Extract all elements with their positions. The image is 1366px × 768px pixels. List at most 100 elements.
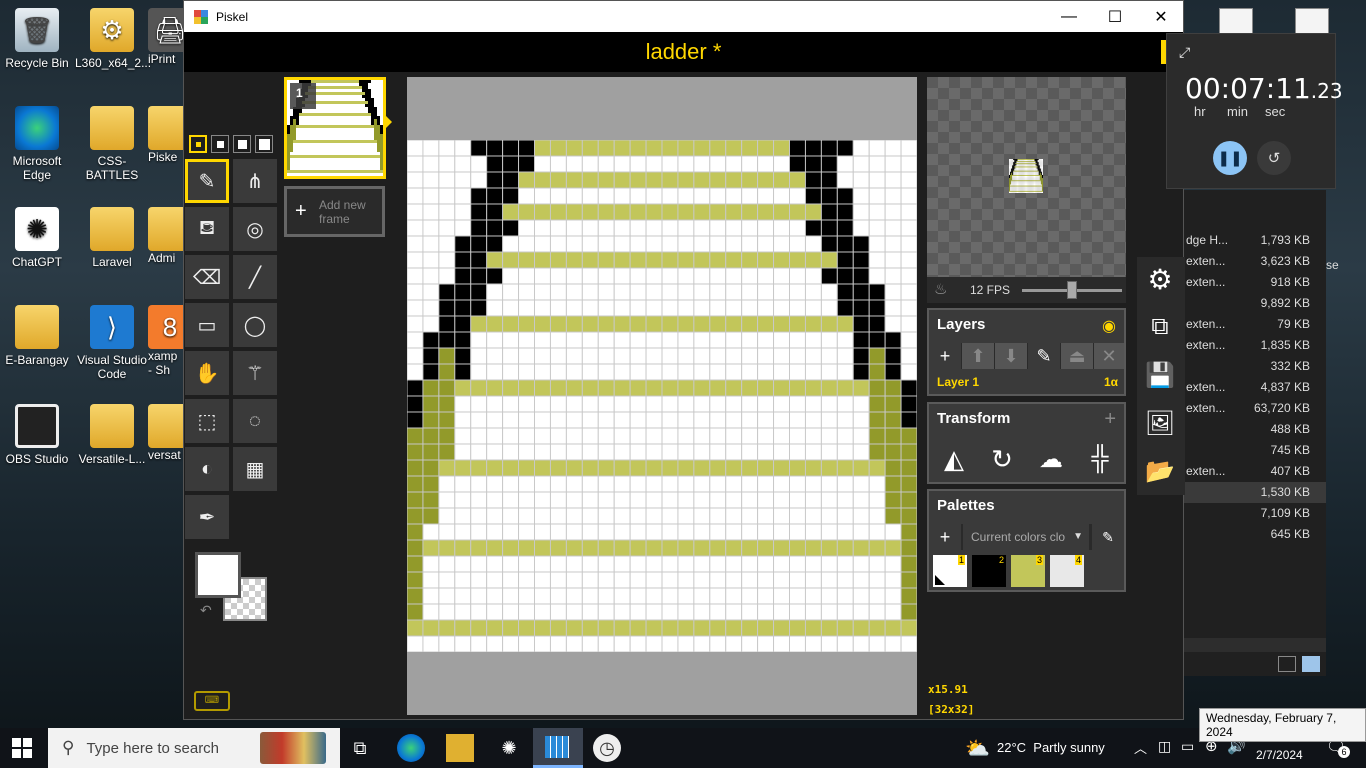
pixel[interactable] (789, 395, 806, 413)
pixel[interactable] (438, 251, 456, 269)
pixel[interactable] (757, 411, 775, 429)
pixel[interactable] (725, 507, 743, 525)
pixel[interactable] (438, 459, 456, 477)
pixel[interactable] (868, 331, 886, 349)
pixel[interactable] (852, 331, 870, 349)
pixel[interactable] (502, 427, 520, 445)
pixel[interactable] (741, 315, 759, 333)
pixel[interactable] (613, 379, 631, 397)
pixel[interactable] (693, 411, 711, 429)
pixel[interactable] (868, 219, 886, 237)
pixel[interactable] (804, 187, 822, 205)
pixel[interactable] (868, 555, 886, 573)
pixel[interactable] (565, 203, 583, 221)
pixel[interactable] (629, 267, 647, 285)
pixel[interactable] (804, 251, 822, 269)
pixel[interactable] (677, 587, 695, 605)
pixel[interactable] (613, 251, 631, 269)
pixel[interactable] (502, 411, 520, 429)
pixel[interactable] (773, 555, 790, 573)
pixel[interactable] (565, 155, 583, 173)
pixel[interactable] (725, 411, 743, 429)
pixel[interactable] (884, 619, 902, 637)
pixel[interactable] (613, 571, 631, 589)
pixel[interactable] (502, 491, 520, 509)
pixel[interactable] (422, 267, 440, 285)
explorer-file-row[interactable]: dge H... 1,793 KB (1182, 230, 1326, 251)
pixel[interactable] (773, 187, 790, 205)
pixel[interactable] (789, 203, 806, 221)
close-button[interactable]: ✕ (1138, 1, 1184, 32)
pixel[interactable] (454, 363, 472, 381)
pixel[interactable] (565, 347, 583, 365)
pixel[interactable] (757, 251, 775, 269)
pixel[interactable] (486, 603, 504, 621)
pixel[interactable] (820, 459, 838, 477)
pixel[interactable] (868, 315, 886, 333)
pixel[interactable] (725, 140, 743, 157)
pixel[interactable] (470, 459, 488, 477)
pixel[interactable] (454, 619, 472, 637)
pixel[interactable] (629, 635, 647, 652)
pixel[interactable] (645, 299, 663, 317)
pixel[interactable] (709, 491, 727, 509)
pixel[interactable] (629, 363, 647, 381)
pixel[interactable] (438, 203, 456, 221)
pixel[interactable] (645, 331, 663, 349)
pixel[interactable] (661, 507, 679, 525)
pixel[interactable] (629, 491, 647, 509)
pixel[interactable] (725, 155, 743, 173)
pixel[interactable] (661, 155, 679, 173)
pixel[interactable] (565, 491, 583, 509)
pixel[interactable] (422, 571, 440, 589)
pixel[interactable] (438, 491, 456, 509)
pixel[interactable] (629, 459, 647, 477)
pixel[interactable] (454, 555, 472, 573)
pixel[interactable] (757, 459, 775, 477)
pixel[interactable] (486, 299, 504, 317)
pixel[interactable] (820, 331, 838, 349)
pixel[interactable] (709, 299, 727, 317)
pixel[interactable] (789, 459, 806, 477)
pixel[interactable] (836, 635, 854, 652)
pixel[interactable] (852, 411, 870, 429)
pixel[interactable] (534, 427, 551, 445)
pixel[interactable] (581, 251, 599, 269)
dithering-tool[interactable]: ▦ (233, 447, 277, 491)
pixel[interactable] (454, 219, 472, 237)
pixel[interactable] (454, 267, 472, 285)
pixel[interactable] (438, 427, 456, 445)
pixel[interactable] (709, 411, 727, 429)
pixel[interactable] (502, 331, 520, 349)
pixel[interactable] (534, 523, 551, 541)
pixel[interactable] (868, 363, 886, 381)
pixel[interactable] (565, 619, 583, 637)
pixel[interactable] (661, 571, 679, 589)
pixel[interactable] (407, 459, 424, 477)
pixel[interactable] (645, 523, 663, 541)
pixel[interactable] (725, 331, 743, 349)
pixel[interactable] (868, 283, 886, 301)
pixel[interactable] (693, 571, 711, 589)
pen-size-3[interactable] (233, 135, 251, 153)
pixel[interactable] (693, 523, 711, 541)
pixel[interactable] (486, 363, 504, 381)
pixel[interactable] (804, 427, 822, 445)
pixel[interactable] (900, 140, 917, 157)
pixel[interactable] (613, 219, 631, 237)
pixel[interactable] (549, 203, 567, 221)
import-button[interactable]: 📂 (1137, 449, 1183, 493)
pixel[interactable] (645, 539, 663, 557)
pixel[interactable] (789, 443, 806, 461)
pixel[interactable] (789, 299, 806, 317)
pixel[interactable] (518, 443, 535, 461)
pixel[interactable] (693, 251, 711, 269)
pixel[interactable] (565, 219, 583, 237)
pixel[interactable] (677, 571, 695, 589)
pixel[interactable] (693, 331, 711, 349)
pixel[interactable] (661, 523, 679, 541)
pixel[interactable] (597, 555, 615, 573)
pixel[interactable] (852, 491, 870, 509)
pixel[interactable] (884, 507, 902, 525)
pixel[interactable] (884, 443, 902, 461)
